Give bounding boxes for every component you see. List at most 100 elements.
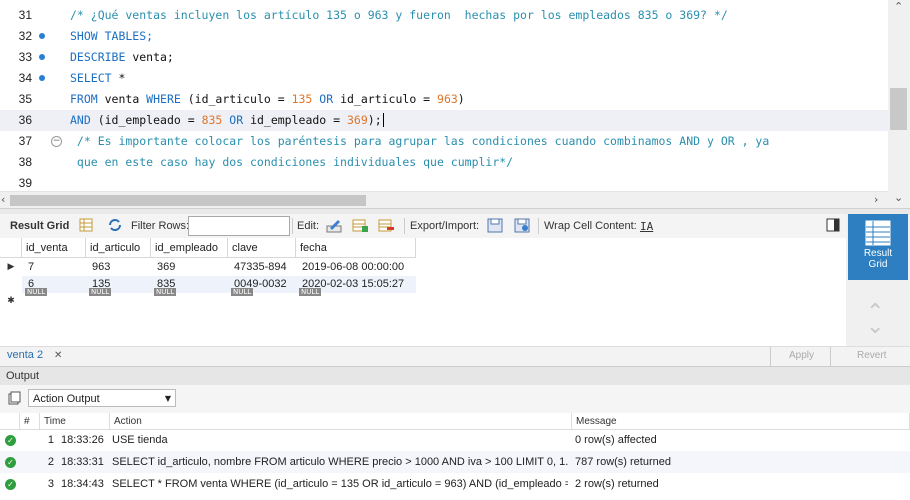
output-title: Output [6,370,40,382]
line-number: 34 [18,71,32,85]
copy-icon[interactable] [8,391,21,408]
editor-vscroll-thumb[interactable] [890,88,907,130]
result-side-panel: Result Grid ⌃ ⌄ [846,214,910,346]
null-placeholder[interactable]: NULL [25,288,48,296]
grid-cell[interactable]: 47335-894 [228,259,296,276]
code-line[interactable]: 35 FROM venta WHERE (id_articulo = 135 OR… [0,89,888,110]
output-row[interactable]: ✓ 2 18:33:31 SELECT id_articulo, nombre FRO… [0,451,910,473]
filter-rows-input[interactable] [188,216,290,236]
code-token: OR [319,92,334,106]
code-text: /* ¿Qué ventas incluyen los artículo 135… [70,5,728,26]
output-message: 2 row(s) returned [575,478,659,490]
output-row[interactable]: ✓ 1 18:33:26 USE tienda 0 row(s) affected [0,429,910,451]
output-action: USE tienda [112,434,168,446]
grid-corner[interactable] [0,238,22,258]
toggle-panel-icon[interactable] [826,218,842,233]
column-header[interactable]: id_venta [22,238,86,258]
code-text: /* Es importante colocar los paréntesis … [70,131,769,152]
revert-button[interactable]: Revert [830,347,910,367]
fold-toggle-icon[interactable]: − [51,136,62,147]
sql-editor[interactable]: 31 /* ¿Qué ventas incluyen los artículo 1… [0,0,910,191]
code-line[interactable]: 36 AND (id_empleado = 835 OR id_empleado … [0,110,888,131]
code-token: ) [457,92,465,106]
output-column-header[interactable]: # [20,413,40,430]
output-grid[interactable]: # Time Action Message ✓ 1 18:33:26 USE tienda 0 … [0,413,910,500]
editor-vertical-scrollbar[interactable]: ⌃ [888,0,910,191]
code-token: 135 [291,92,313,106]
column-header[interactable]: clave [228,238,296,258]
null-placeholder[interactable]: NULL [154,288,177,296]
text-cursor [382,113,384,127]
code-text: FROM venta WHERE (id_articulo = 135 OR i… [70,89,465,110]
wrap-cell-icon[interactable]: IA [640,220,653,233]
column-header[interactable]: id_articulo [86,238,151,258]
line-number: 35 [18,92,32,106]
output-index: 2 [47,456,54,468]
code-token: /* Es importante colocar los paréntesis … [70,134,770,148]
edit-label: Edit: [297,220,320,232]
null-placeholder[interactable]: NULL [89,288,112,296]
result-grid-side-button[interactable]: Result Grid [848,214,908,280]
code-token: FROM [70,92,98,106]
output-column-header[interactable]: Message [572,413,910,430]
code-token: 369 [347,113,368,127]
output-column-header[interactable]: Time [40,413,110,430]
delete-row-icon[interactable] [378,218,394,233]
output-row[interactable]: ✓ 3 18:34:43 SELECT * FROM venta WHERE (id_… [0,473,910,495]
result-grid-label[interactable]: Result Grid [10,220,69,232]
output-column-header[interactable]: Action [110,413,572,430]
refresh-icon[interactable] [107,218,123,233]
code-line[interactable]: 32 SHOW TABLES; [0,26,888,47]
close-tab-icon[interactable]: ✕ [54,350,62,361]
code-line[interactable]: 33 DESCRIBE venta; [0,47,888,68]
apply-button[interactable]: Apply [770,347,829,367]
code-line[interactable]: 38 que en este caso hay dos condiciones … [0,152,888,173]
grid-cell[interactable]: 2019-06-08 00:00:00 [296,259,416,276]
code-line[interactable]: 34 SELECT * [0,68,888,89]
editor-hscroll-thumb[interactable] [10,195,366,206]
more-panels-chevron-icon[interactable]: ⌃ ⌄ [866,302,884,338]
output-panel-header: Output [0,366,910,386]
edit-row-icon[interactable] [326,218,342,233]
column-header[interactable]: id_empleado [151,238,228,258]
output-toolbar: Action Output ▼ [0,385,910,413]
grid-cell[interactable]: 963 [86,259,151,276]
scroll-up-icon[interactable]: ⌃ [894,0,903,13]
output-time: 18:33:26 [61,434,104,446]
output-index: 3 [47,478,54,490]
code-token: venta [97,92,147,106]
apply-label: Apply [789,350,815,361]
editor-horizontal-scrollbar[interactable]: ‹ › [0,191,888,209]
code-line[interactable]: 37 − /* Es importante colocar los parénte… [0,131,888,152]
code-token: (id_articulo = [180,92,292,106]
code-token: id_articulo = [333,92,438,106]
output-time: 18:33:31 [61,456,104,468]
side-label-line2: Grid [868,259,888,270]
code-line[interactable]: 31 /* ¿Qué ventas incluyen los artículo 1… [0,5,888,26]
export-import-label: Export/Import: [410,220,480,232]
code-text: DESCRIBE venta; [70,47,174,68]
tab-venta-2[interactable]: venta 2 [7,349,43,361]
result-grid[interactable]: id_venta id_articulo id_empleado clave fecha… [0,238,846,346]
import-icon[interactable] [514,218,530,233]
grid-cell[interactable]: 7 [22,259,86,276]
output-header-blank [0,413,20,430]
null-placeholder[interactable]: NULL [231,288,254,296]
filter-rows-label: Filter Rows: [131,220,190,232]
export-icon[interactable] [487,218,503,233]
scroll-right-icon[interactable]: › [874,193,878,206]
scroll-left-icon[interactable]: ‹ [1,193,5,206]
code-token: SELECT [70,71,112,85]
code-token: 963 [437,92,458,106]
null-placeholder[interactable]: NULL [299,288,322,296]
column-header[interactable]: fecha [296,238,416,258]
code-token: que en este caso hay dos condiciones ind… [70,155,514,169]
result-tabs-bar: venta 2 ✕ Apply Revert [0,346,910,367]
grid-cell[interactable]: 369 [151,259,228,276]
insert-row-icon[interactable] [352,218,368,233]
code-token: venta; [125,50,174,64]
scroll-down-icon[interactable]: ⌄ [894,191,903,204]
code-text: SELECT * [70,68,125,89]
grid-view-icon[interactable] [79,218,95,233]
output-type-select[interactable]: Action Output ▼ [28,389,176,407]
